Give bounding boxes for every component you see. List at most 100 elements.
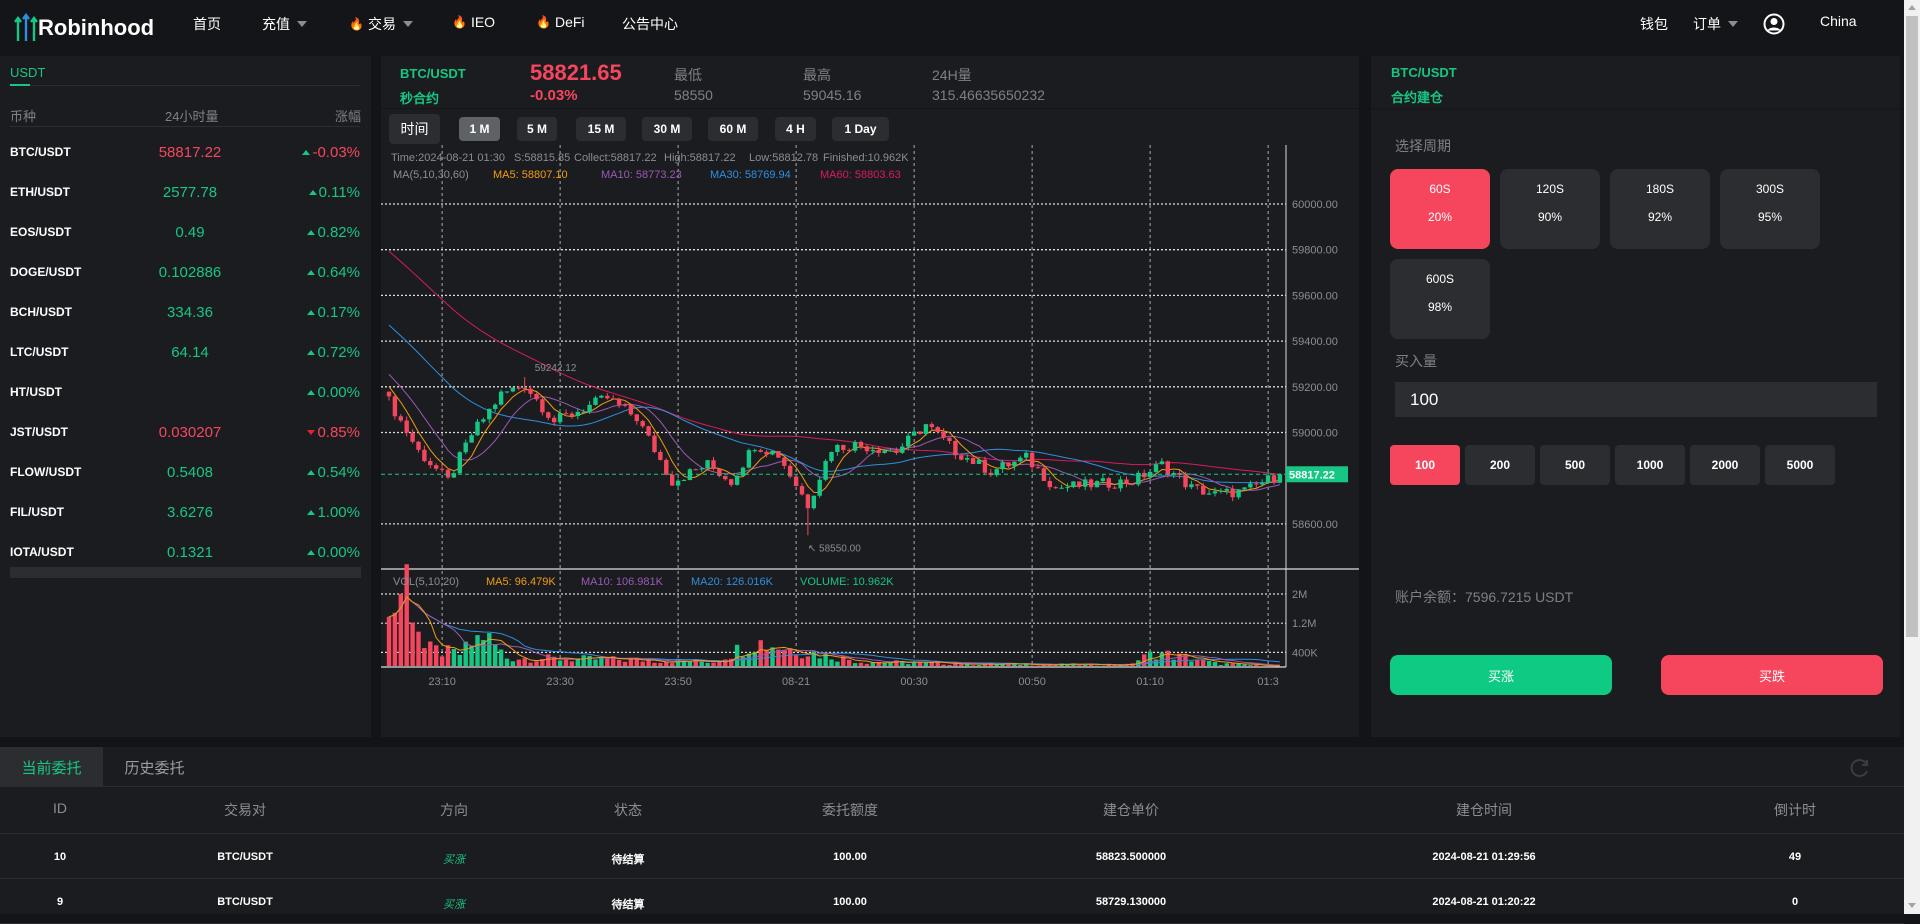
interval-button[interactable]: 60 M [708,117,758,141]
market-row[interactable]: LTC/USDT64.140.72% [10,332,360,372]
nav-item-label: 公告中心 [622,14,678,34]
candle-body [888,450,892,451]
candle-body [576,412,580,416]
page-scrollbar[interactable] [1904,0,1920,914]
price: 0.5408 [130,464,250,481]
candle [794,476,798,487]
pair: BCH/USDT [10,305,130,319]
scrollbar-thumb[interactable] [1906,16,1918,637]
interval-button[interactable]: 5 M [517,117,557,141]
scroll-down-icon[interactable] [1908,903,1916,908]
period-card[interactable]: 300S95% [1720,169,1820,249]
interval-button[interactable]: 4 H [775,117,816,141]
buy-up-button[interactable]: 买涨 [1390,655,1612,695]
volume-bar [1201,660,1205,666]
logo[interactable]: Robinhood [14,8,154,48]
high-value: 59045.16 [803,87,861,103]
chart-legend-text: VOLUME: 10.962K [800,576,894,588]
candle-body [759,450,763,452]
volume-bar [617,660,621,666]
tab-history-orders[interactable]: 历史委托 [103,747,206,787]
market-row[interactable]: DOGE/USDT0.1028860.64% [10,252,360,292]
interval-button[interactable]: 1 Day [832,117,889,141]
user-avatar-icon[interactable] [1763,13,1785,35]
change: 0.82% [317,224,360,241]
market-row[interactable]: JST/USDT0.0302070.85% [10,412,360,452]
tab-current-orders[interactable]: 当前委托 [0,747,103,787]
buy-down-button[interactable]: 买跌 [1661,655,1883,695]
period-card[interactable]: 120S90% [1500,169,1600,249]
candle-body [894,450,898,452]
low-value: 58550 [674,87,713,103]
market-row[interactable]: BTC/USDT58817.22-0.03% [10,132,360,172]
horizontal-scrollbar[interactable] [10,567,361,578]
market-row[interactable]: EOS/USDT0.490.82% [10,212,360,252]
region-selector[interactable]: China [1820,13,1857,29]
nav-orders[interactable]: 订单 [1693,14,1738,34]
candle-body [1160,461,1164,464]
refresh-icon[interactable] [1849,757,1871,779]
market-row[interactable]: ETH/USDT2577.780.11% [10,172,360,212]
y-tick-label: 60000.00 [1292,199,1338,211]
nav-item[interactable]: 🔥交易 [349,14,413,34]
volume-bar [428,641,432,666]
candle [806,494,810,536]
period-card[interactable]: 600S98% [1390,259,1490,339]
amount-preset-button[interactable]: 100 [1390,445,1460,485]
amount-input[interactable] [1395,382,1877,417]
volume-bar [528,663,532,666]
market-row[interactable]: BCH/USDT334.360.17% [10,292,360,332]
interval-button[interactable]: 1 M [459,117,500,141]
amount-preset-button[interactable]: 500 [1540,445,1610,485]
candle [918,431,922,435]
amount-preset-button[interactable]: 200 [1465,445,1535,485]
amount-preset-button[interactable]: 2000 [1690,445,1760,485]
candlestick-chart[interactable]: 60000.0059800.0059600.0059400.0059200.00… [381,145,1359,705]
market-row[interactable]: FIL/USDT3.62761.00% [10,492,360,532]
nav-item[interactable]: 公告中心 [622,14,678,34]
nav-wallet[interactable]: 钱包 [1640,14,1668,34]
interval-button[interactable]: 30 M [642,117,692,141]
candle-body [570,414,574,416]
candle [859,440,863,449]
market-list-panel: USDT 币种 24小时量 涨幅 BTC/USDT58817.22-0.03%E… [0,56,371,737]
period-card[interactable]: 60S20% [1390,169,1490,249]
market-row[interactable]: IOTA/USDT0.13210.00% [10,532,360,572]
candle [458,451,462,475]
nav-item[interactable]: 🔥DeFi [536,14,585,30]
amount-preset-button[interactable]: 5000 [1765,445,1835,485]
candle-body [941,432,945,438]
candle [1006,462,1010,468]
candle [1260,479,1264,486]
market-row[interactable]: FLOW/USDT0.54080.54% [10,452,360,492]
fire-icon: 🔥 [452,15,467,29]
candle-body [859,442,863,446]
candle-body [399,416,403,420]
order-cell: 2024-08-21 01:29:56 [1432,851,1535,863]
period-card[interactable]: 180S92% [1610,169,1710,249]
candle [1054,486,1058,489]
scroll-up-icon[interactable] [1908,5,1916,10]
nav-item[interactable]: 🔥IEO [452,14,495,30]
candle [1113,486,1117,489]
volume-bar [452,649,456,666]
candle [711,457,715,471]
divider [0,878,1904,879]
candle-body [694,469,698,470]
nav-item[interactable]: 充值 [262,14,307,34]
order-cell: 58729.130000 [1096,896,1166,908]
interval-button[interactable]: 15 M [576,117,626,141]
tab-usdt[interactable]: USDT [10,65,45,80]
candle [800,483,804,495]
trade-sub: 合约建仓 [1391,87,1443,106]
chart-legend-text: Finished:10.962K [823,152,909,164]
candle [399,414,403,422]
candle-body [1012,462,1016,467]
col-header-volume: 24小时量 [165,106,218,125]
volume-bar [1207,661,1211,666]
nav-item[interactable]: 首页 [193,14,221,34]
amount-preset-button[interactable]: 1000 [1615,445,1685,485]
market-row[interactable]: HT/USDT0.00% [10,372,360,412]
candle-body [540,399,544,412]
candle-body [558,413,562,422]
